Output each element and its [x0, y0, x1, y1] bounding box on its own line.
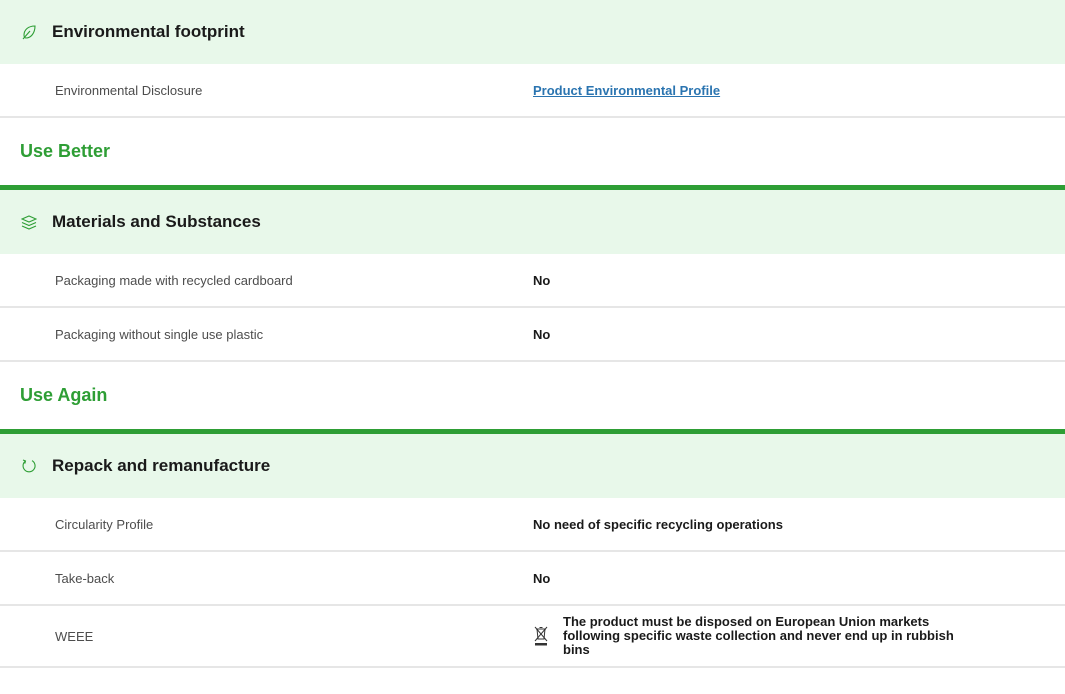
- product-environmental-profile-link[interactable]: Product Environmental Profile: [533, 83, 720, 98]
- circularity-profile-value: No need of specific recycling operations: [533, 516, 783, 532]
- table-row: Take-back No: [0, 552, 1065, 606]
- weee-label: WEEE: [55, 628, 94, 644]
- take-back-label: Take-back: [55, 570, 115, 586]
- refresh-icon: [20, 457, 38, 475]
- environmental-footprint-title: Environmental footprint: [52, 22, 245, 41]
- single-use-plastic-value: No: [533, 326, 551, 342]
- circularity-profile-label: Circularity Profile: [55, 516, 154, 532]
- environmental-footprint-header: Environmental footprint: [0, 0, 1065, 64]
- table-row: WEEE The product must be disposed on Eur…: [0, 606, 1065, 668]
- leaf-icon: [20, 23, 38, 41]
- recycled-cardboard-value: No: [533, 272, 551, 288]
- recycled-cardboard-label: Packaging made with recycled cardboard: [55, 272, 293, 288]
- repack-remanufacture-header: Repack and remanufacture: [0, 434, 1065, 498]
- crossed-bin-icon: [533, 625, 549, 647]
- table-row: Circularity Profile No need of specific …: [0, 498, 1065, 552]
- use-again-heading: Use Again: [0, 362, 1065, 434]
- materials-substances-title: Materials and Substances: [52, 212, 261, 231]
- product-sustainability-panel: Environmental footprint Environmental Di…: [0, 0, 1065, 668]
- table-row: Packaging without single use plastic No: [0, 308, 1065, 362]
- table-row: Packaging made with recycled cardboard N…: [0, 254, 1065, 308]
- single-use-plastic-label: Packaging without single use plastic: [55, 326, 264, 342]
- repack-remanufacture-title: Repack and remanufacture: [52, 456, 271, 475]
- layers-icon: [20, 213, 38, 231]
- weee-text: The product must be disposed on European…: [563, 614, 954, 657]
- table-row: Environmental Disclosure Product Environ…: [0, 64, 1065, 118]
- weee-value: The product must be disposed on European…: [533, 615, 973, 657]
- materials-substances-header: Materials and Substances: [0, 190, 1065, 254]
- take-back-value: No: [533, 570, 551, 586]
- use-better-heading: Use Better: [0, 118, 1065, 190]
- environmental-disclosure-label: Environmental Disclosure: [55, 82, 203, 98]
